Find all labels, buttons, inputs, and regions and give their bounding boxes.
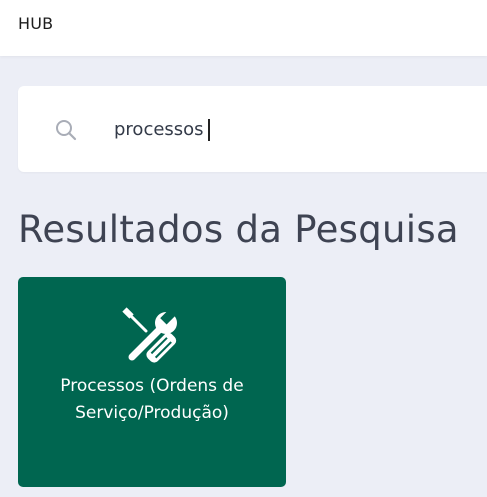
search-input[interactable] <box>114 114 474 144</box>
brand-logo-text[interactable]: HUB <box>18 14 53 33</box>
page-title: Resultados da Pesquisa <box>18 208 459 251</box>
text-caret <box>208 119 210 141</box>
result-card-label: Processos (Ordens de Serviço/Produção) <box>60 376 244 423</box>
tools-icon <box>122 307 182 367</box>
search-icon <box>54 118 78 142</box>
result-card-processos[interactable]: Processos (Ordens de Serviço/Produção) <box>18 277 286 487</box>
top-bar: HUB <box>0 0 487 56</box>
search-box[interactable] <box>18 86 487 172</box>
